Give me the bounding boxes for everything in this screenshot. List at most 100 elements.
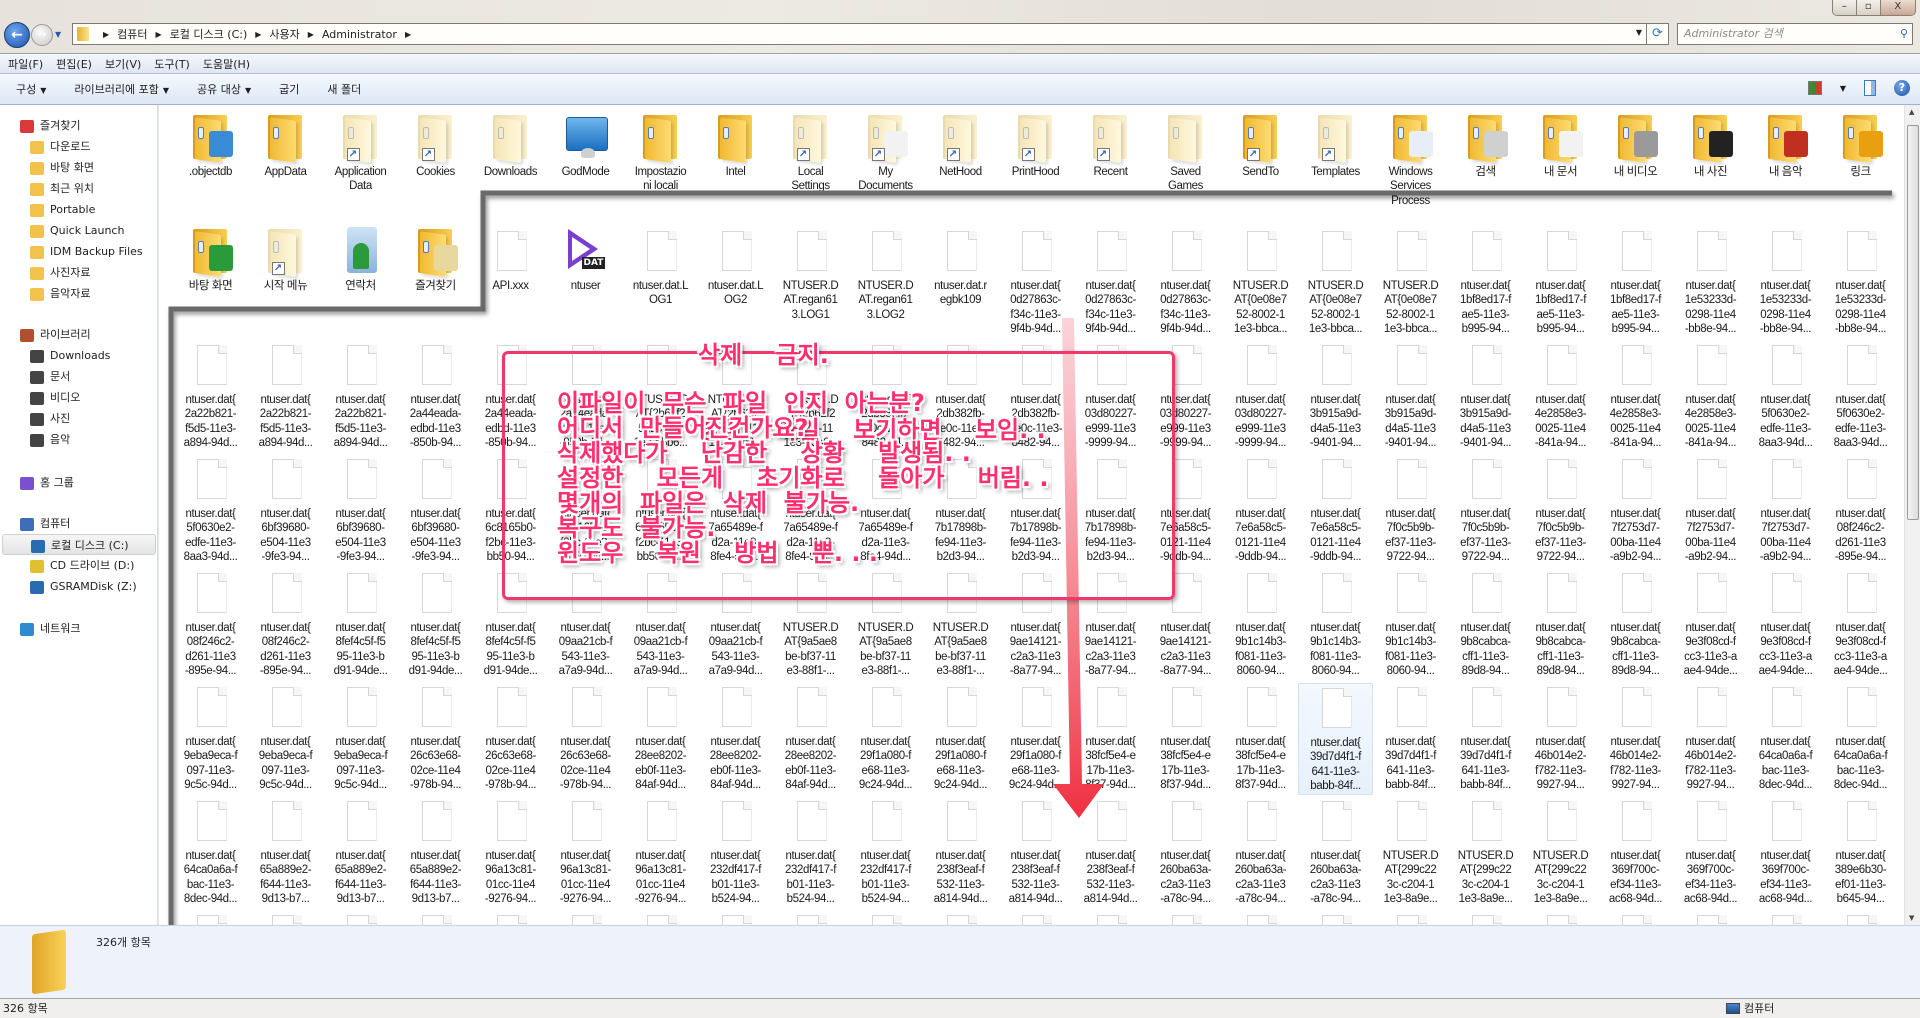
list-item[interactable]: ↗ SendTo [1223,113,1298,225]
menu-tools[interactable]: 도구(T) [154,56,190,72]
list-item[interactable]: ntuser.dat{ 5f0630e2- edfe-11e3- 8aa3-94… [173,455,248,567]
list-item[interactable]: ntuser.dat{ 3b915a9d- d4a5-11e3 -9401-94… [1373,341,1448,453]
sidebar-item-fav-4[interactable]: Quick Launch [30,220,124,241]
list-item[interactable]: ntuser.dat{ 9e3f08cd-f cc3-11e3-a ae4-94… [1673,569,1748,681]
sidebar-item-lib-4[interactable]: 음악 [30,429,70,450]
forward-button[interactable]: → [31,24,53,46]
list-item[interactable]: ntuser.dat{ 7e6a58c5- 0121-11e4 -9ddb-94… [1298,455,1373,567]
sidebar-item-drive-2[interactable]: GSRAMDisk (Z:) [30,576,137,597]
list-item[interactable]: ntuser.dat{ 29f1a080-f e68-11e3- 9c24-94… [848,683,923,795]
list-item[interactable]: ntuser.dat{ 0d27863c- f34c-11e3- 9f4b-94… [1073,227,1148,339]
list-item[interactable]: ntuser.dat{ 1bf8ed17-f ae5-11e3- b995-94… [1598,227,1673,339]
list-item[interactable]: NTUSER.D AT{0e08e7 52-8002-1 1e3-bbca... [1223,227,1298,339]
list-item[interactable]: DAT ntuser [548,227,623,339]
help-icon[interactable]: ? [1894,80,1910,96]
list-item[interactable]: Impostazio ni locali [623,113,698,225]
list-item[interactable]: NTUSER.D AT{0e08e7 52-8002-1 1e3-bbca... [1373,227,1448,339]
list-item[interactable] [548,911,623,925]
list-item[interactable]: ntuser.dat{ 232df417-f b01-11e3- b524-94… [773,797,848,909]
list-item[interactable]: ntuser.dat{ 2a22b821- f5d5-11e3- a894-94… [173,341,248,453]
list-item[interactable]: ntuser.dat{ 96a13c81- 01cc-11e4 -9276-94… [623,797,698,909]
list-item[interactable]: ntuser.dat{ 1bf8ed17-f ae5-11e3- b995-94… [1523,227,1598,339]
list-item[interactable]: ↗ NetHood [923,113,998,225]
minimize-button[interactable]: – [1833,0,1857,15]
list-item[interactable]: ntuser.dat{ 369f700c- ef34-11e3- ac68-94… [1748,797,1823,909]
search-input[interactable]: Administrator 검색 ⚲ [1677,23,1913,45]
list-item[interactable]: ntuser.dat{ 7f2753d7- 00ba-11e4 -a9b2-94… [1748,455,1823,567]
list-item[interactable]: Intel [698,113,773,225]
list-item[interactable]: ntuser.dat{ 4e2858e3- 0025-11e4 -841a-94… [1673,341,1748,453]
list-item[interactable]: ntuser.dat{ 1e53233d- 0298-11e4 -bb8e-94… [1748,227,1823,339]
list-item[interactable]: ntuser.dat{ 65a889e2- f644-11e3- 9d13-b7… [398,797,473,909]
list-item[interactable]: ntuser.dat{ 9e3f08cd-f cc3-11e3-a ae4-94… [1748,569,1823,681]
list-item[interactable]: ↗ PrintHood [998,113,1073,225]
list-item[interactable]: ntuser.dat{ 232df417-f b01-11e3- b524-94… [848,797,923,909]
list-item[interactable]: API.xxx [473,227,548,339]
list-item[interactable]: ntuser.dat{ 03d80227- e999-11e3 -9999-94… [1223,341,1298,453]
menu-edit[interactable]: 편집(E) [56,56,92,72]
list-item[interactable]: NTUSER.D AT{299c22 3c-c204-1 1e3-8a9e... [1448,797,1523,909]
list-item[interactable]: ntuser.dat{ 08f246c2- d261-11e3 -895e-94… [173,569,248,681]
list-item[interactable] [473,911,548,925]
scroll-down-icon[interactable]: ▼ [1909,914,1914,922]
list-item[interactable]: GodMode [548,113,623,225]
preview-pane-icon[interactable] [1864,80,1876,96]
list-item[interactable]: ntuser.dat{ 0d27863c- f34c-11e3- 9f4b-94… [1148,227,1223,339]
chevron-right-icon[interactable]: ▶ [156,30,162,39]
list-item[interactable]: ntuser.dat{ 28ee8202- eb0f-11e3- 84af-94… [773,683,848,795]
sidebar-item-fav-0[interactable]: 다운로드 [30,136,90,157]
list-item[interactable]: ntuser.dat{ 6bf39680- e504-11e3 -9fe3-94… [398,455,473,567]
list-item[interactable]: ↗ Application Data [323,113,398,225]
list-item[interactable]: ntuser.dat{ 64ca0a6a-f bac-11e3- 8dec-94… [1748,683,1823,795]
vertical-scrollbar[interactable]: ▲ ▼ [1904,105,1920,925]
list-item[interactable]: ntuser.dat{ 28ee8202- eb0f-11e3- 84af-94… [623,683,698,795]
list-item[interactable]: ntuser.dat{ 65a889e2- f644-11e3- 9d13-b7… [248,797,323,909]
list-item[interactable]: ↗ 시작 메뉴 [248,227,323,339]
chevron-right-icon[interactable]: ▶ [255,30,261,39]
history-dropdown-icon[interactable]: ▼ [55,30,61,39]
list-item[interactable]: 검색 [1448,113,1523,225]
list-item[interactable]: ntuser.dat{ 26c63e68- 02ce-11e4 -978b-94… [548,683,623,795]
include-in-library-button[interactable]: 라이브러리에 포함 ▼ [74,81,169,97]
list-item[interactable]: ntuser.dat{ 9b1c14b3- f081-11e3- 8060-94… [1373,569,1448,681]
list-item[interactable]: ntuser.dat{ 64ca0a6a-f bac-11e3- 8dec-94… [1823,683,1898,795]
list-item[interactable] [398,911,473,925]
list-item[interactable]: ntuser.dat{ 5f0630e2- edfe-11e3- 8aa3-94… [1748,341,1823,453]
new-folder-button[interactable]: 새 폴더 [327,81,361,97]
list-item[interactable]: ntuser.dat{ 7f0c5b9b- ef37-11e3- 9722-94… [1448,455,1523,567]
list-item[interactable]: ntuser.dat{ 369f700c- ef34-11e3- ac68-94… [1673,797,1748,909]
menu-view[interactable]: 보기(V) [105,56,141,72]
sidebar-item-fav-5[interactable]: IDM Backup Files [30,241,143,262]
sidebar-item-lib-1[interactable]: 문서 [30,366,70,387]
list-item[interactable]: ntuser.dat{ 1e53233d- 0298-11e4 -bb8e-94… [1823,227,1898,339]
menu-file[interactable]: 파일(F) [8,56,43,72]
list-item[interactable]: Downloads [473,113,548,225]
list-item[interactable] [848,911,923,925]
back-button[interactable]: ← [4,22,30,48]
breadcrumb-users[interactable]: 사용자 [269,26,299,42]
list-item[interactable]: ↗ Local Settings [773,113,848,225]
organize-button[interactable]: 구성 ▼ [16,81,46,97]
list-item[interactable]: ntuser.dat{ 1bf8ed17-f ae5-11e3- b995-94… [1448,227,1523,339]
list-item[interactable] [248,911,323,925]
sidebar-homegroup[interactable]: 홈 그룹 [20,472,74,493]
list-item[interactable]: 내 사진 [1673,113,1748,225]
list-item[interactable]: ntuser.dat{ 9eba9eca-f 097-11e3- 9c5c-94… [323,683,398,795]
list-item[interactable]: ntuser.dat{ 9b8cabca- cff1-11e3- 89d8-94… [1448,569,1523,681]
sidebar-libraries[interactable]: 라이브러리 [20,324,91,345]
address-dropdown-icon[interactable]: ▼ [1636,28,1642,37]
list-item[interactable] [1523,911,1598,925]
list-item[interactable]: ntuser.dat{ 2a22b821- f5d5-11e3- a894-94… [248,341,323,453]
list-item[interactable] [1448,911,1523,925]
sidebar-item-fav-1[interactable]: 바탕 화면 [30,157,94,178]
list-item[interactable]: AppData [248,113,323,225]
list-item[interactable]: ntuser.dat{ 7f0c5b9b- ef37-11e3- 9722-94… [1523,455,1598,567]
breadcrumb-computer[interactable]: 컴퓨터 [117,26,147,42]
sidebar-item-fav-7[interactable]: 음악자료 [30,283,90,304]
sidebar-favorites[interactable]: 즐겨찾기 [20,115,80,136]
list-item[interactable] [1148,911,1223,925]
list-item[interactable]: ntuser.dat{ 65a889e2- f644-11e3- 9d13-b7… [323,797,398,909]
list-item[interactable]: ntuser.dat{ 9eba9eca-f 097-11e3- 9c5c-94… [248,683,323,795]
list-item[interactable]: ntuser.dat{ 7f0c5b9b- ef37-11e3- 9722-94… [1373,455,1448,567]
list-item[interactable]: ntuser.dat{ 64ca0a6a-f bac-11e3- 8dec-94… [173,797,248,909]
